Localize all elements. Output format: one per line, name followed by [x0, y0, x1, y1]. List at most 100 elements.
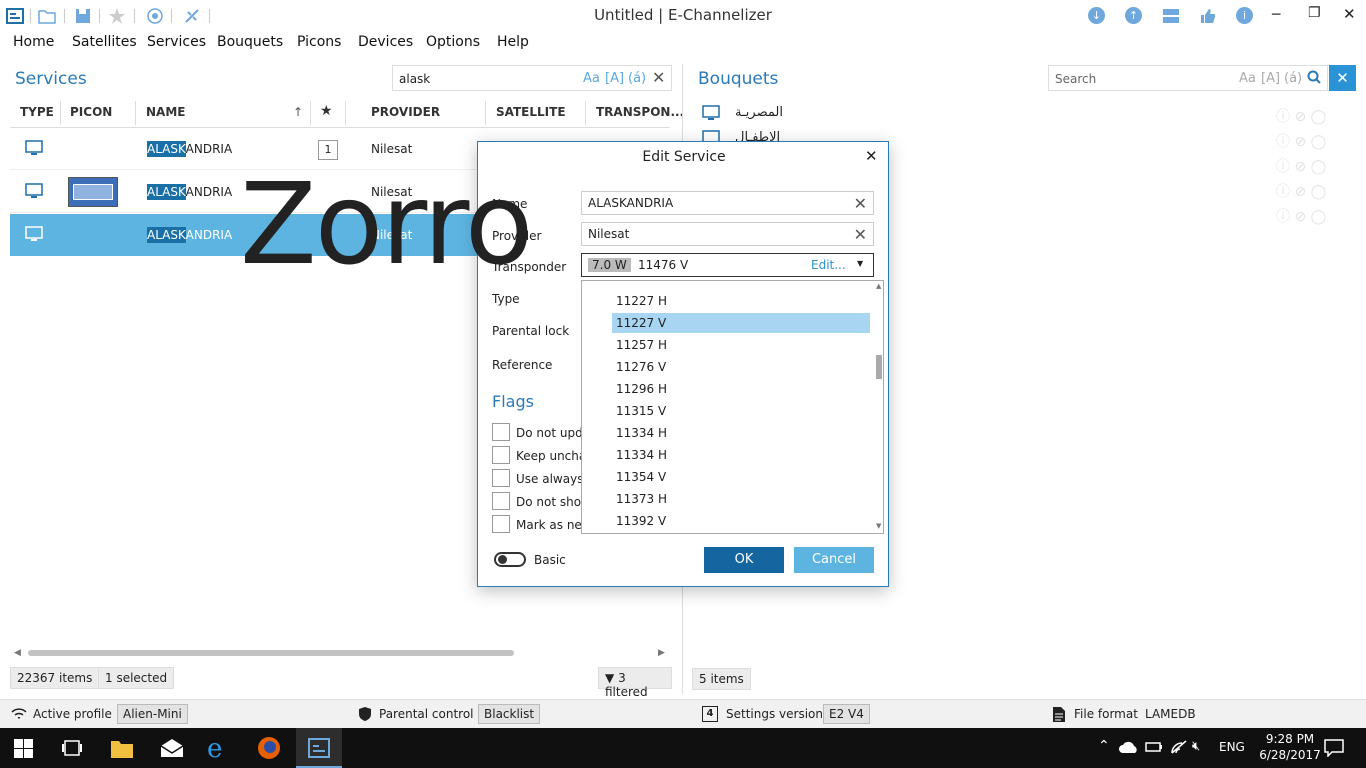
match-case-toggle[interactable]: Aa: [1239, 71, 1256, 86]
selected-count-badge: 1 selected: [98, 667, 175, 689]
transponder-select[interactable]: 7.0 W 11476 V Edit... ▼: [581, 253, 874, 277]
column-transponder[interactable]: TRANSPON...: [596, 105, 684, 119]
service-name: ALASKANDRIA: [147, 141, 233, 157]
flag-checkbox[interactable]: [492, 469, 510, 487]
info-icon[interactable]: i: [1236, 7, 1253, 24]
bouquets-search-input[interactable]: Search Aa [A] (á): [1048, 65, 1328, 91]
provider-field[interactable]: Nilesat ✕: [581, 222, 874, 246]
dropdown-item[interactable]: 11354 V: [612, 467, 870, 487]
firefox-icon[interactable]: [257, 736, 281, 760]
echannelizer-taskbar-button[interactable]: [296, 728, 342, 768]
volume-muted-icon[interactable]: 🔇︎: [1192, 739, 1200, 754]
clear-search-icon[interactable]: ✕: [652, 68, 665, 87]
ok-button[interactable]: OK: [704, 547, 784, 573]
column-favorite[interactable]: ★: [320, 103, 333, 119]
thumbs-up-icon[interactable]: [1199, 7, 1217, 25]
close-window-button[interactable]: ✕: [1343, 5, 1356, 23]
flag-checkbox[interactable]: [492, 423, 510, 441]
menu-home[interactable]: Home: [13, 34, 54, 50]
clock-time[interactable]: 9:28 PM: [1262, 732, 1318, 746]
scroll-down-arrow[interactable]: ▼: [876, 522, 881, 530]
settings-version-value[interactable]: E2 V4: [823, 704, 870, 724]
search-icon[interactable]: [1307, 70, 1321, 84]
menu-options[interactable]: Options: [426, 34, 480, 50]
scroll-left-arrow[interactable]: ◀: [14, 648, 21, 658]
onedrive-icon[interactable]: [1119, 740, 1139, 754]
clear-provider-icon[interactable]: ✕: [854, 225, 867, 244]
flag-checkbox[interactable]: [492, 492, 510, 510]
filter-badge[interactable]: ▼ 3 filtered: [598, 667, 672, 699]
task-view-icon[interactable]: [62, 739, 82, 757]
dropdown-scroll-thumb[interactable]: [876, 355, 882, 379]
column-divider: [585, 101, 586, 125]
mail-icon[interactable]: [160, 738, 184, 758]
dropdown-item[interactable]: 11373 H: [612, 489, 870, 509]
horizontal-scrollbar[interactable]: ◀ ▶: [10, 645, 670, 661]
dropdown-arrow-icon[interactable]: ▼: [857, 259, 863, 268]
dropdown-item[interactable]: 11296 H: [612, 379, 870, 399]
server-icon[interactable]: [1162, 7, 1180, 25]
menu-satellites[interactable]: Satellites: [72, 34, 137, 50]
transponder-edit-link[interactable]: Edit...: [811, 258, 846, 272]
bouquet-item[interactable]: المصريـة: [735, 105, 783, 120]
items-count-badge: 22367 items: [10, 667, 100, 689]
clear-bouquet-search-button[interactable]: ✕: [1329, 65, 1356, 91]
menu-devices[interactable]: Devices: [358, 34, 413, 50]
column-satellite[interactable]: SATELLITE: [496, 105, 566, 119]
services-search-input[interactable]: alask Aa [A] (á) ✕: [392, 65, 672, 91]
dropdown-item[interactable]: 11334 H: [612, 423, 870, 443]
menu-services[interactable]: Services: [147, 34, 206, 50]
scrollbar-thumb[interactable]: [28, 650, 514, 656]
reference-label: Reference: [492, 358, 553, 372]
match-case-toggle[interactable]: Aa: [583, 71, 600, 86]
battery-icon[interactable]: [1145, 740, 1163, 754]
column-name[interactable]: NAME: [146, 105, 185, 119]
file-explorer-icon[interactable]: [110, 737, 134, 759]
column-provider[interactable]: PROVIDER: [371, 105, 440, 119]
dropdown-item[interactable]: 11227 H: [612, 291, 870, 311]
scroll-right-arrow[interactable]: ▶: [658, 648, 665, 658]
column-picon[interactable]: PICON: [70, 105, 112, 119]
wifi-tray-icon[interactable]: [1170, 739, 1188, 755]
services-search-value: alask: [399, 72, 431, 86]
whole-word-toggle[interactable]: [A]: [1261, 71, 1280, 86]
show-hidden-icons[interactable]: ⌃: [1098, 738, 1110, 754]
dialog-close-button[interactable]: ✕: [865, 147, 878, 165]
dropdown-item[interactable]: 11334 H: [612, 445, 870, 465]
notifications-icon[interactable]: [1324, 739, 1344, 757]
dropdown-item[interactable]: 11257 H: [612, 335, 870, 355]
active-profile-value[interactable]: Alien-Mini: [117, 704, 188, 724]
menu-help[interactable]: Help: [497, 34, 529, 50]
upload-icon[interactable]: ↑: [1125, 7, 1142, 24]
dropdown-item[interactable]: 11276 V: [612, 357, 870, 377]
dropdown-scrollbar[interactable]: ▲ ▼: [875, 281, 883, 533]
menu-bouquets[interactable]: Bouquets: [217, 34, 283, 50]
language-indicator[interactable]: ENG: [1219, 740, 1245, 754]
internet-explorer-icon[interactable]: e: [207, 734, 222, 764]
accent-toggle[interactable]: (á): [628, 71, 646, 86]
accent-toggle[interactable]: (á): [1284, 71, 1302, 86]
download-icon[interactable]: ↓: [1088, 7, 1105, 24]
active-profile-label: Active profile: [33, 707, 112, 721]
restore-button[interactable]: ❐: [1308, 5, 1321, 21]
minimize-button[interactable]: ─: [1272, 7, 1280, 23]
dropdown-item[interactable]: 11392 V: [612, 511, 870, 531]
clear-name-icon[interactable]: ✕: [854, 194, 867, 213]
flag-checkbox[interactable]: [492, 515, 510, 533]
flag-checkbox[interactable]: [492, 446, 510, 464]
dropdown-item-selected[interactable]: 11227 V: [612, 313, 870, 333]
cancel-button[interactable]: Cancel: [794, 547, 874, 573]
bouquet-item[interactable]: الاطفـال: [735, 130, 780, 141]
dropdown-item[interactable]: 11315 V: [612, 401, 870, 421]
column-type[interactable]: TYPE: [20, 105, 54, 119]
scroll-up-arrow[interactable]: ▲: [876, 282, 881, 290]
name-field[interactable]: ALASKANDRIA ✕: [581, 191, 874, 215]
menu-picons[interactable]: Picons: [297, 34, 341, 50]
windows-start-icon[interactable]: [14, 739, 33, 758]
transponder-dropdown-list[interactable]: 11227 H 11227 V 11257 H 11276 V 11296 H 11315…: [581, 280, 884, 534]
clock-date[interactable]: 6/28/2017: [1258, 748, 1322, 762]
whole-word-toggle[interactable]: [A]: [605, 71, 624, 86]
basic-toggle[interactable]: [494, 552, 526, 567]
file-format-value[interactable]: LAMEDB: [1145, 707, 1196, 721]
parental-control-value[interactable]: Blacklist: [478, 704, 541, 724]
